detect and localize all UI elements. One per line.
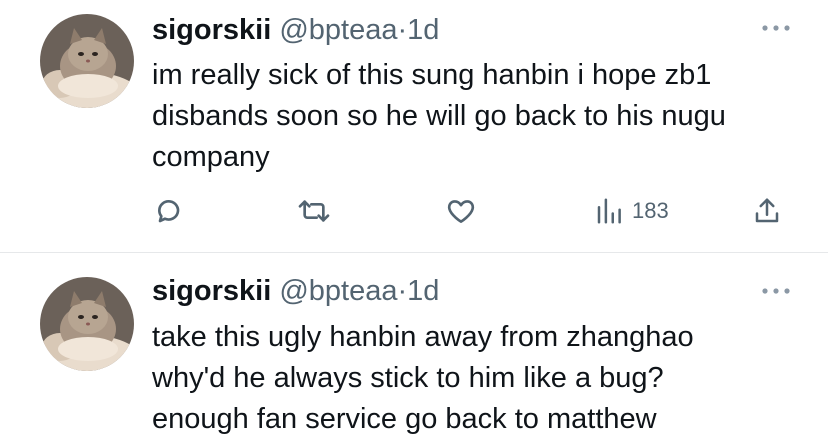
more-dots-icon[interactable] xyxy=(758,281,794,301)
tweet-text-line: company xyxy=(152,141,270,173)
views-count: 183 xyxy=(632,198,669,223)
display-name[interactable]: sigorskii xyxy=(152,14,271,46)
tweet[interactable]: sigorskii @bpteaa·1d take this ugly hanb… xyxy=(0,253,828,443)
tweet-header: sigorskii @bpteaa·1d xyxy=(152,13,439,47)
avatar[interactable] xyxy=(40,14,134,108)
handle[interactable]: @bpteaa xyxy=(279,14,397,46)
tweet-text-line: disbands soon so he will go back to his … xyxy=(152,100,726,132)
reply-button[interactable] xyxy=(152,193,184,229)
retweet-icon xyxy=(296,195,332,227)
reply-icon xyxy=(152,195,184,227)
more-dots-icon[interactable] xyxy=(758,18,794,38)
retweet-button[interactable] xyxy=(296,193,332,229)
tweet-text-line: im really sick of this sung hanbin i hop… xyxy=(152,59,712,91)
tweet-text: im really sick of this sung hanbin i hop… xyxy=(152,55,812,178)
share-button[interactable] xyxy=(752,193,782,229)
like-button[interactable] xyxy=(444,193,478,229)
tweet-text-line: enough fan service go back to matthew xyxy=(152,403,657,435)
handle[interactable]: @bpteaa xyxy=(279,275,397,307)
views-bar-chart-icon xyxy=(594,196,624,226)
tweet-text-line: take this ugly hanbin away from zhanghao xyxy=(152,321,694,353)
tweet-actions: 183 xyxy=(0,193,828,229)
timestamp[interactable]: 1d xyxy=(407,275,439,307)
tweet[interactable]: sigorskii @bpteaa·1d im really sick of t… xyxy=(0,0,828,253)
views-button[interactable]: 183 xyxy=(594,193,669,229)
tweet-text-line: why'd he always stick to him like a bug? xyxy=(152,362,664,394)
avatar[interactable] xyxy=(40,277,134,371)
tweet-header: sigorskii @bpteaa·1d xyxy=(152,274,439,308)
separator: · xyxy=(397,14,408,46)
separator: · xyxy=(397,275,408,307)
timestamp[interactable]: 1d xyxy=(407,14,439,46)
heart-icon xyxy=(444,195,478,227)
tweet-text: take this ugly hanbin away from zhanghao… xyxy=(152,317,812,440)
share-icon xyxy=(752,195,782,227)
display-name[interactable]: sigorskii xyxy=(152,275,271,307)
